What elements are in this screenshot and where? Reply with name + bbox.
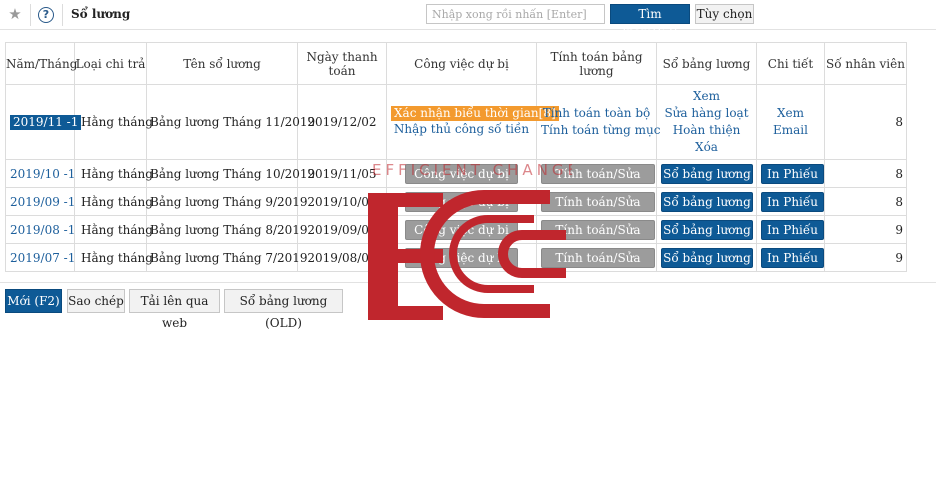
employee-count: 9 — [824, 243, 907, 272]
calculate-edit-button[interactable]: Tính toán/Sửa — [541, 247, 655, 268]
book-name: Bảng lương Tháng 11/2019 — [146, 84, 315, 160]
table-row: 2019/08 -1 Hằng tháng Bảng lương Tháng 8… — [5, 215, 907, 244]
column-header-detail: Chi tiết — [756, 42, 825, 85]
book-name: Bảng lương Tháng 9/2019 — [146, 187, 308, 216]
old-payroll-book-button[interactable]: Sổ bảng lương (OLD) — [224, 289, 343, 330]
payment-type: Hằng tháng — [74, 84, 153, 160]
month-link[interactable]: 2019/09 -1 — [10, 195, 75, 209]
toolbar-divider — [62, 4, 63, 26]
calculate-item-link[interactable]: Tính toán từng mục — [541, 122, 660, 139]
employee-count: 8 — [824, 187, 907, 216]
payment-type: Hằng tháng — [74, 187, 153, 216]
preparation-button[interactable]: Công việc dự bị — [405, 191, 518, 212]
calculate-all-link[interactable]: Tính toán toàn bộ — [541, 105, 652, 122]
payment-date: 2019/11/05 — [297, 159, 387, 188]
calculate-edit-button[interactable]: Tính toán/Sửa — [541, 219, 655, 240]
table-row: 2019/09 -1 Hằng tháng Bảng lương Tháng 9… — [5, 187, 907, 216]
search-button[interactable]: Tìm kiếm(F3) — [610, 4, 690, 39]
print-slip-button[interactable]: In Phiếu — [761, 191, 824, 212]
column-header-preparation: Công việc dự bị — [386, 42, 537, 85]
month-link[interactable]: 2019/10 -1 — [10, 167, 75, 181]
payment-type: Hằng tháng — [74, 243, 153, 272]
bottom-divider — [0, 282, 936, 283]
payroll-book-table: Năm/Tháng Loại chi trả Tên sổ lương Ngày… — [5, 42, 907, 272]
preparation-button[interactable]: Công việc dự bị — [405, 163, 518, 184]
book-name: Bảng lương Tháng 10/2019 — [146, 159, 315, 188]
delete-link[interactable]: Xóa — [661, 139, 752, 156]
employee-count: 9 — [824, 215, 907, 244]
book-name: Bảng lương Tháng 8/2019 — [146, 215, 308, 244]
payroll-book-button[interactable]: Sổ bảng lương — [661, 247, 753, 268]
preparation-button[interactable]: Công việc dự bị — [405, 219, 518, 240]
employee-count: 8 — [824, 159, 907, 188]
logo-e-bottom — [368, 306, 443, 320]
top-toolbar: ★ ? Sổ lương Tìm kiếm(F3) Tùy chọn — [0, 0, 936, 39]
payment-date: 2019/09/05 — [297, 215, 387, 244]
star-icon[interactable]: ★ — [6, 5, 24, 23]
print-slip-button[interactable]: In Phiếu — [761, 247, 824, 268]
help-icon[interactable]: ? — [38, 7, 54, 23]
page-title: Sổ lương — [71, 7, 131, 21]
confirm-timesheet-link[interactable]: Xác nhận biểu thời gian[8] — [391, 106, 559, 121]
month-link[interactable]: 2019/08 -1 — [10, 223, 75, 237]
column-header-month[interactable]: Năm/Tháng — [5, 42, 77, 85]
column-header-employee-count[interactable]: Số nhân viên — [824, 42, 907, 85]
search-input[interactable] — [426, 4, 605, 24]
finalize-link[interactable]: Hoàn thiện — [661, 122, 752, 139]
table-header-row: Năm/Tháng Loại chi trả Tên sổ lương Ngày… — [5, 42, 907, 85]
table-row: 2019/07 -1 Hằng tháng Bảng lương Tháng 7… — [5, 243, 907, 272]
print-slip-button[interactable]: In Phiếu — [761, 163, 824, 184]
payment-date: 2019/08/05 — [297, 243, 387, 272]
payroll-book-button[interactable]: Sổ bảng lương — [661, 219, 753, 240]
column-header-book-name[interactable]: Tên sổ lương — [146, 42, 298, 85]
manual-amount-link[interactable]: Nhập thủ công số tiền — [391, 121, 532, 138]
email-link[interactable]: Email — [761, 122, 820, 139]
view-detail-link[interactable]: Xem — [761, 105, 820, 122]
payroll-book-button[interactable]: Sổ bảng lương — [661, 163, 753, 184]
toolbar-divider — [30, 4, 31, 26]
column-header-payroll-book: Sổ bảng lương — [656, 42, 757, 85]
copy-button[interactable]: Sao chép — [67, 289, 125, 313]
payroll-book-button[interactable]: Sổ bảng lương — [661, 191, 753, 212]
month-link[interactable]: 2019/07 -1 — [10, 251, 75, 265]
bulk-edit-link[interactable]: Sửa hàng loạt — [661, 105, 752, 122]
view-book-link[interactable]: Xem — [661, 88, 752, 105]
payment-date: 2019/10/05 — [297, 187, 387, 216]
payment-date: 2019/12/02 — [297, 84, 387, 160]
employee-count: 8 — [824, 84, 907, 160]
table-row: 2019/11 -1 Hằng tháng Bảng lương Tháng 1… — [5, 84, 907, 160]
calculate-edit-button[interactable]: Tính toán/Sửa — [541, 191, 655, 212]
table-row: 2019/10 -1 Hằng tháng Bảng lương Tháng 1… — [5, 159, 907, 188]
column-header-calculation: Tính toán bảng lương — [536, 42, 657, 85]
new-button[interactable]: Mới (F2) — [5, 289, 62, 313]
book-name: Bảng lương Tháng 7/2019 — [146, 243, 308, 272]
options-button[interactable]: Tùy chọn — [695, 4, 754, 24]
print-slip-button[interactable]: In Phiếu — [761, 219, 824, 240]
column-header-payment-type[interactable]: Loại chi trả — [74, 42, 147, 85]
preparation-button[interactable]: Công việc dự bị — [405, 247, 518, 268]
month-link-selected[interactable]: 2019/11 -1 — [10, 114, 82, 130]
payment-type: Hằng tháng — [74, 159, 153, 188]
calculate-edit-button[interactable]: Tính toán/Sửa — [541, 163, 655, 184]
web-upload-button[interactable]: Tải lên qua web — [129, 289, 220, 330]
payment-type: Hằng tháng — [74, 215, 153, 244]
column-header-payment-date[interactable]: Ngày thanh toán — [297, 42, 387, 85]
